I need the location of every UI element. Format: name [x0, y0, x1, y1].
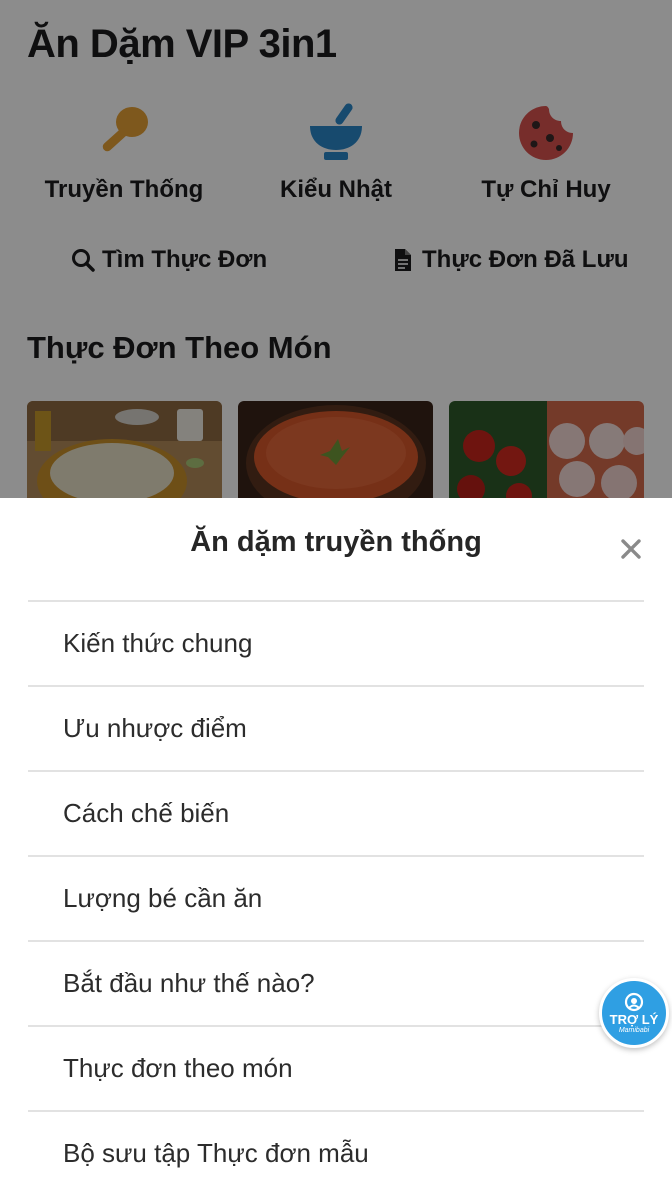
sheet-title: Ăn dặm truyền thống — [190, 526, 482, 558]
menu-item-general-knowledge[interactable]: Kiến thức chung — [28, 602, 644, 687]
menu-item-how-to-start[interactable]: Bắt đầu như thế nào? — [28, 942, 644, 1027]
assistant-brand: Mamibabi — [618, 1026, 650, 1034]
assistant-button[interactable]: TRỢ LÝ Mamibabi — [599, 978, 669, 1048]
close-icon — [621, 539, 641, 559]
close-button[interactable] — [614, 532, 648, 566]
menu-item-portion[interactable]: Lượng bé cần ăn — [28, 857, 644, 942]
assistant-label: TRỢ LÝ — [609, 1011, 659, 1027]
menu-item-pros-cons[interactable]: Ưu nhược điểm — [28, 687, 644, 772]
assistant-icon — [624, 992, 644, 1011]
menu-item-preparation[interactable]: Cách chế biến — [28, 772, 644, 857]
menu-item-menu-by-dish[interactable]: Thực đơn theo món — [28, 1027, 644, 1112]
bottom-sheet: Ăn dặm truyền thống Kiến thức chung Ưu n… — [0, 498, 672, 1200]
menu-item-sample-collection[interactable]: Bộ sưu tập Thực đơn mẫu — [28, 1112, 644, 1195]
page: Ăn Dặm VIP 3in1 Truyền Thống Kiểu Nhật T… — [0, 0, 672, 1200]
sheet-menu: Kiến thức chung Ưu nhược điểm Cách chế b… — [28, 602, 644, 1195]
